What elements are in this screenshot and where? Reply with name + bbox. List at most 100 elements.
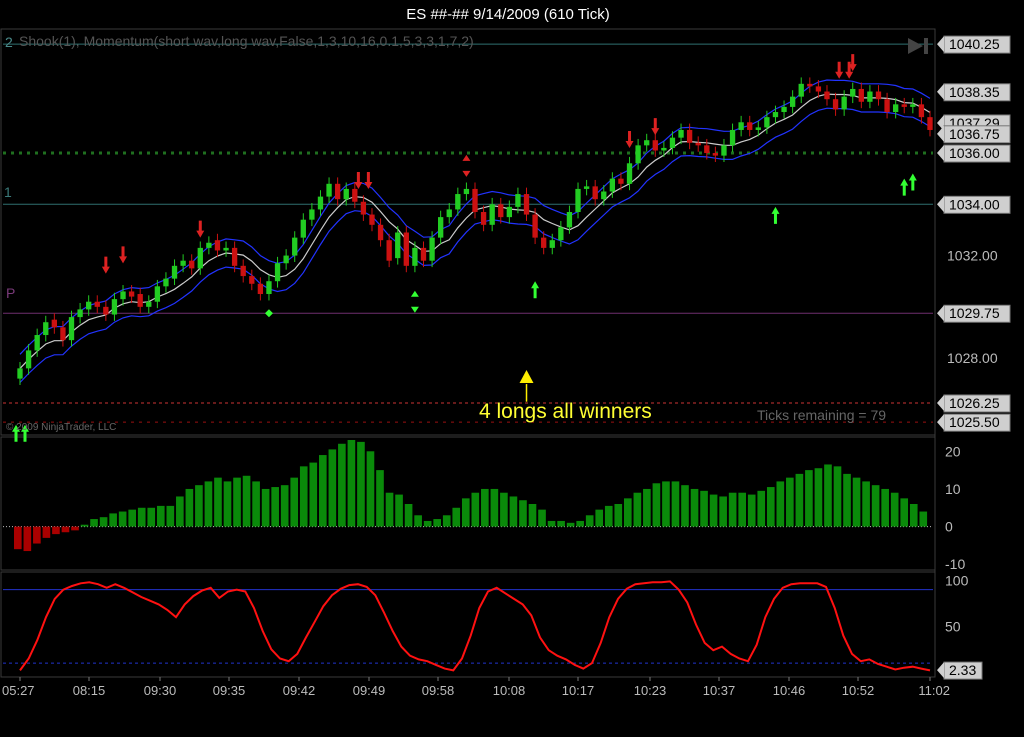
histogram-bar <box>776 481 785 527</box>
histogram-bar <box>766 487 775 527</box>
candle-body <box>661 147 667 151</box>
candle-body <box>86 301 92 310</box>
candle-body <box>360 201 367 215</box>
candle-body <box>549 240 555 248</box>
candle-body <box>472 188 478 212</box>
candle-body <box>678 129 684 138</box>
edge-label-top: 2 <box>5 34 13 50</box>
short-signal-arrow <box>101 256 110 274</box>
time-label: 09:30 <box>144 683 177 698</box>
middle-band <box>19 93 931 369</box>
oscillator-tick-label: 50 <box>945 618 961 634</box>
candle-body <box>17 368 23 379</box>
candle-body <box>841 96 847 110</box>
histogram-bar <box>843 473 851 527</box>
time-label: 10:23 <box>634 683 667 698</box>
candle-body <box>901 104 907 107</box>
candle-body <box>498 204 504 218</box>
candle-body <box>918 104 925 118</box>
candle-body <box>103 306 109 315</box>
histogram-bar <box>433 519 441 527</box>
chart-canvas: ES ##-## 9/14/2009 (610 Tick) 1040.25 103… <box>0 6 1011 698</box>
candle-body <box>395 232 401 259</box>
long-signal-arrow <box>908 173 917 191</box>
candle-body <box>884 99 890 113</box>
edge-label-1034: 1 <box>4 184 12 200</box>
candle-body <box>652 140 658 151</box>
histogram-bar <box>376 470 384 527</box>
candle-body <box>704 145 710 154</box>
histogram-bar <box>881 488 889 527</box>
skip-forward-icon[interactable] <box>908 38 928 54</box>
histogram-bar <box>604 505 613 527</box>
candle-body <box>506 206 513 218</box>
candle-body <box>781 106 787 113</box>
candle-body <box>317 196 324 210</box>
histogram-bar <box>118 511 127 527</box>
histogram-bar <box>690 488 699 527</box>
candle-body <box>644 140 650 146</box>
candle-body <box>635 145 641 164</box>
candle-body <box>386 240 392 261</box>
price-tag-label: 1029.75 <box>949 305 1000 321</box>
histogram-bar <box>652 483 661 527</box>
histogram-bar <box>290 477 299 527</box>
candle-body <box>377 224 384 241</box>
histogram-bar <box>214 477 222 527</box>
histogram-bar <box>366 451 375 527</box>
candle-body <box>214 240 221 251</box>
histogram-bar <box>624 498 632 527</box>
histogram-bar <box>176 496 184 527</box>
histogram-bar <box>128 509 136 527</box>
candle-body <box>626 163 633 184</box>
candle-body <box>128 291 135 297</box>
histogram-bar <box>538 509 546 527</box>
time-label: 08:15 <box>73 683 106 698</box>
candle-body <box>892 104 899 113</box>
histogram-bar <box>909 504 918 527</box>
candle-body <box>798 83 804 97</box>
short-signal-arrow <box>119 246 128 264</box>
histogram-bar <box>700 490 708 527</box>
candle-body <box>686 129 693 143</box>
candle-body <box>729 129 736 146</box>
histogram-bar <box>757 490 766 527</box>
chart-title: ES ##-## 9/14/2009 (610 Tick) <box>406 6 609 23</box>
candle-body <box>171 265 178 279</box>
histogram-bar <box>547 520 556 527</box>
histogram-bar <box>52 526 60 535</box>
candle-body <box>403 232 409 266</box>
histogram-bar <box>471 492 480 527</box>
oscillator-axis: 100 50 2.33 <box>937 573 983 680</box>
candle-body <box>858 88 864 102</box>
histogram-bar <box>890 492 899 527</box>
candle-body <box>206 242 212 248</box>
candle-body <box>618 178 624 184</box>
candle-body <box>283 255 289 264</box>
price-tick-label: 1028.00 <box>947 350 998 366</box>
candle-body <box>824 91 830 100</box>
candle-body <box>721 145 727 156</box>
histogram-bar <box>347 440 356 527</box>
candle-body <box>154 286 161 302</box>
candle-body <box>867 91 873 102</box>
candle-body <box>712 153 719 156</box>
price-tag-pointer <box>937 394 944 411</box>
candle-body <box>94 301 100 307</box>
candle-body <box>292 237 298 256</box>
candle-body <box>489 204 495 225</box>
histogram-bar <box>242 475 251 527</box>
candle-body <box>764 117 770 128</box>
histogram-bar <box>147 507 156 527</box>
histogram-bar <box>195 485 203 527</box>
histogram-bar <box>271 487 279 527</box>
histogram-bar <box>852 477 861 527</box>
histogram-bar <box>709 494 718 527</box>
candle-body <box>326 183 332 197</box>
histogram-bar <box>137 507 146 527</box>
candle-body <box>68 317 75 341</box>
histogram-bar <box>900 498 909 527</box>
candle-body <box>455 194 461 210</box>
time-label: 11:02 <box>918 683 950 698</box>
price-tag-label: 1038.35 <box>949 84 1000 100</box>
